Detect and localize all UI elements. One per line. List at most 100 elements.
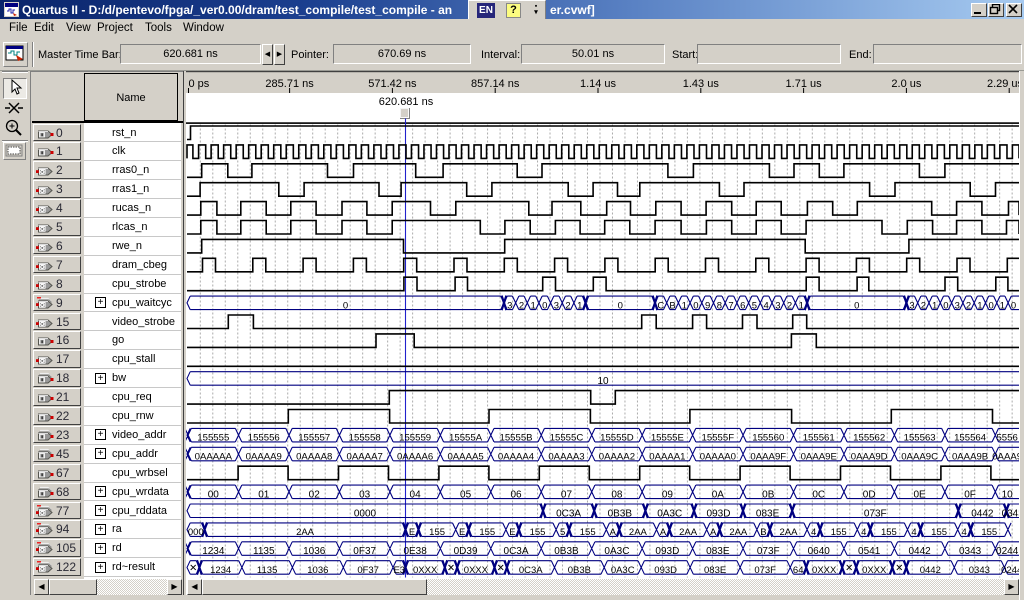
svg-text:3: 3 [955, 300, 960, 311]
svg-text:1036: 1036 [307, 565, 328, 576]
svg-text:08: 08 [611, 489, 623, 500]
svg-text:E3: E3 [393, 565, 405, 576]
svg-text:04: 04 [410, 489, 422, 500]
svg-text:0343: 0343 [969, 565, 990, 576]
svg-text:155: 155 [429, 527, 445, 538]
svg-text:0AAAA2: 0AAAA2 [599, 452, 635, 463]
svg-text:083E: 083E [706, 546, 730, 557]
svg-text:0: 0 [618, 300, 623, 311]
svg-text:0: 0 [943, 300, 948, 311]
svg-text:1: 1 [530, 300, 535, 311]
svg-text:A: A [710, 527, 717, 538]
svg-text:2AA: 2AA [629, 527, 648, 538]
svg-text:B: B [760, 527, 766, 538]
svg-text:0AAA9: 0AAA9 [992, 452, 1020, 463]
svg-text:3: 3 [909, 300, 914, 311]
svg-text:64: 64 [793, 565, 804, 576]
svg-text:0AAAA8: 0AAAA8 [296, 452, 332, 463]
svg-text:06: 06 [510, 489, 522, 500]
svg-text:0A3C: 0A3C [604, 546, 629, 557]
svg-text:3: 3 [775, 300, 780, 311]
svg-text:0: 0 [542, 300, 547, 311]
svg-text:0C3A: 0C3A [504, 546, 529, 557]
svg-text:0AAA9B: 0AAA9B [952, 452, 988, 463]
svg-text:0AAAA0: 0AAAA0 [700, 452, 736, 463]
svg-text:1: 1 [682, 300, 687, 311]
svg-text:5556: 5556 [996, 433, 1017, 444]
svg-text:073F: 073F [754, 565, 776, 576]
svg-text:0A3C: 0A3C [657, 508, 682, 519]
svg-text:0B3B: 0B3B [568, 565, 591, 576]
svg-text:2AA: 2AA [729, 527, 748, 538]
svg-text:0B: 0B [762, 489, 775, 500]
svg-text:0: 0 [693, 300, 698, 311]
svg-text:01: 01 [258, 489, 270, 500]
svg-text:0XXX: 0XXX [464, 565, 489, 576]
svg-text:4: 4 [962, 527, 967, 538]
svg-text:1234: 1234 [202, 546, 225, 557]
svg-text:155560: 155560 [752, 433, 784, 444]
svg-text:000: 000 [188, 527, 204, 538]
svg-text:2: 2 [565, 300, 570, 311]
svg-text:15555C: 15555C [550, 433, 584, 444]
svg-text:0442: 0442 [920, 565, 941, 576]
svg-text:0244: 0244 [996, 546, 1019, 557]
svg-text:0AAA9C: 0AAA9C [901, 452, 938, 463]
svg-text:155: 155 [479, 527, 495, 538]
svg-text:E: E [409, 527, 415, 538]
svg-text:02: 02 [309, 489, 321, 500]
svg-text:5: 5 [752, 300, 757, 311]
svg-text:0F37: 0F37 [357, 565, 379, 576]
svg-text:0541: 0541 [858, 546, 881, 557]
svg-text:1: 1 [932, 300, 937, 311]
svg-text:093D: 093D [655, 546, 679, 557]
svg-text:155564: 155564 [954, 433, 987, 444]
svg-text:9: 9 [705, 300, 710, 311]
svg-text:0B3B: 0B3B [554, 546, 579, 557]
svg-text:0B3B: 0B3B [608, 508, 633, 519]
svg-text:B: B [669, 300, 675, 311]
svg-text:2AA: 2AA [296, 527, 315, 538]
svg-text:2: 2 [519, 300, 524, 311]
svg-text:1135: 1135 [253, 546, 275, 557]
svg-text:0C3A: 0C3A [556, 508, 581, 519]
svg-text:0343: 0343 [959, 546, 982, 557]
svg-text:4: 4 [811, 527, 816, 538]
svg-text:155557: 155557 [298, 433, 330, 444]
svg-text:0A3C: 0A3C [611, 565, 635, 576]
svg-text:15555B: 15555B [499, 433, 532, 444]
svg-text:10: 10 [1002, 489, 1014, 500]
svg-text:083E: 083E [704, 565, 726, 576]
svg-text:0F37: 0F37 [353, 546, 376, 557]
svg-text:155: 155 [580, 527, 596, 538]
svg-text:15555A: 15555A [449, 433, 483, 444]
svg-text:155: 155 [530, 527, 546, 538]
svg-text:C: C [657, 300, 664, 311]
svg-text:0XXX: 0XXX [812, 565, 837, 576]
svg-text:03: 03 [359, 489, 371, 500]
svg-text:155: 155 [931, 527, 947, 538]
svg-text:073F: 073F [757, 546, 780, 557]
svg-text:2.29 us: 2.29 us [987, 78, 1020, 90]
svg-text:0D39: 0D39 [454, 546, 478, 557]
svg-text:2AA: 2AA [780, 527, 799, 538]
svg-text:093D: 093D [654, 565, 677, 576]
svg-text:155: 155 [981, 527, 997, 538]
svg-text:083E: 083E [756, 508, 780, 519]
svg-text:5: 5 [560, 527, 565, 538]
svg-text:3: 3 [554, 300, 559, 311]
svg-text:2: 2 [921, 300, 926, 311]
svg-text:05: 05 [460, 489, 472, 500]
svg-text:0343: 0343 [1002, 508, 1020, 519]
svg-text:0AAAA4: 0AAAA4 [498, 452, 535, 463]
svg-text:0AAAA5: 0AAAA5 [447, 452, 483, 463]
svg-text:1: 1 [977, 300, 982, 311]
svg-text:0: 0 [343, 300, 348, 311]
svg-text:0: 0 [854, 300, 859, 311]
svg-text:0AAA9F: 0AAA9F [750, 452, 786, 463]
svg-text:09: 09 [662, 489, 674, 500]
svg-text:0AAAA7: 0AAAA7 [347, 452, 383, 463]
svg-text:0244: 0244 [1001, 565, 1020, 576]
svg-text:0AAA9D: 0AAA9D [851, 452, 888, 463]
svg-text:620.681 ns: 620.681 ns [379, 96, 434, 108]
